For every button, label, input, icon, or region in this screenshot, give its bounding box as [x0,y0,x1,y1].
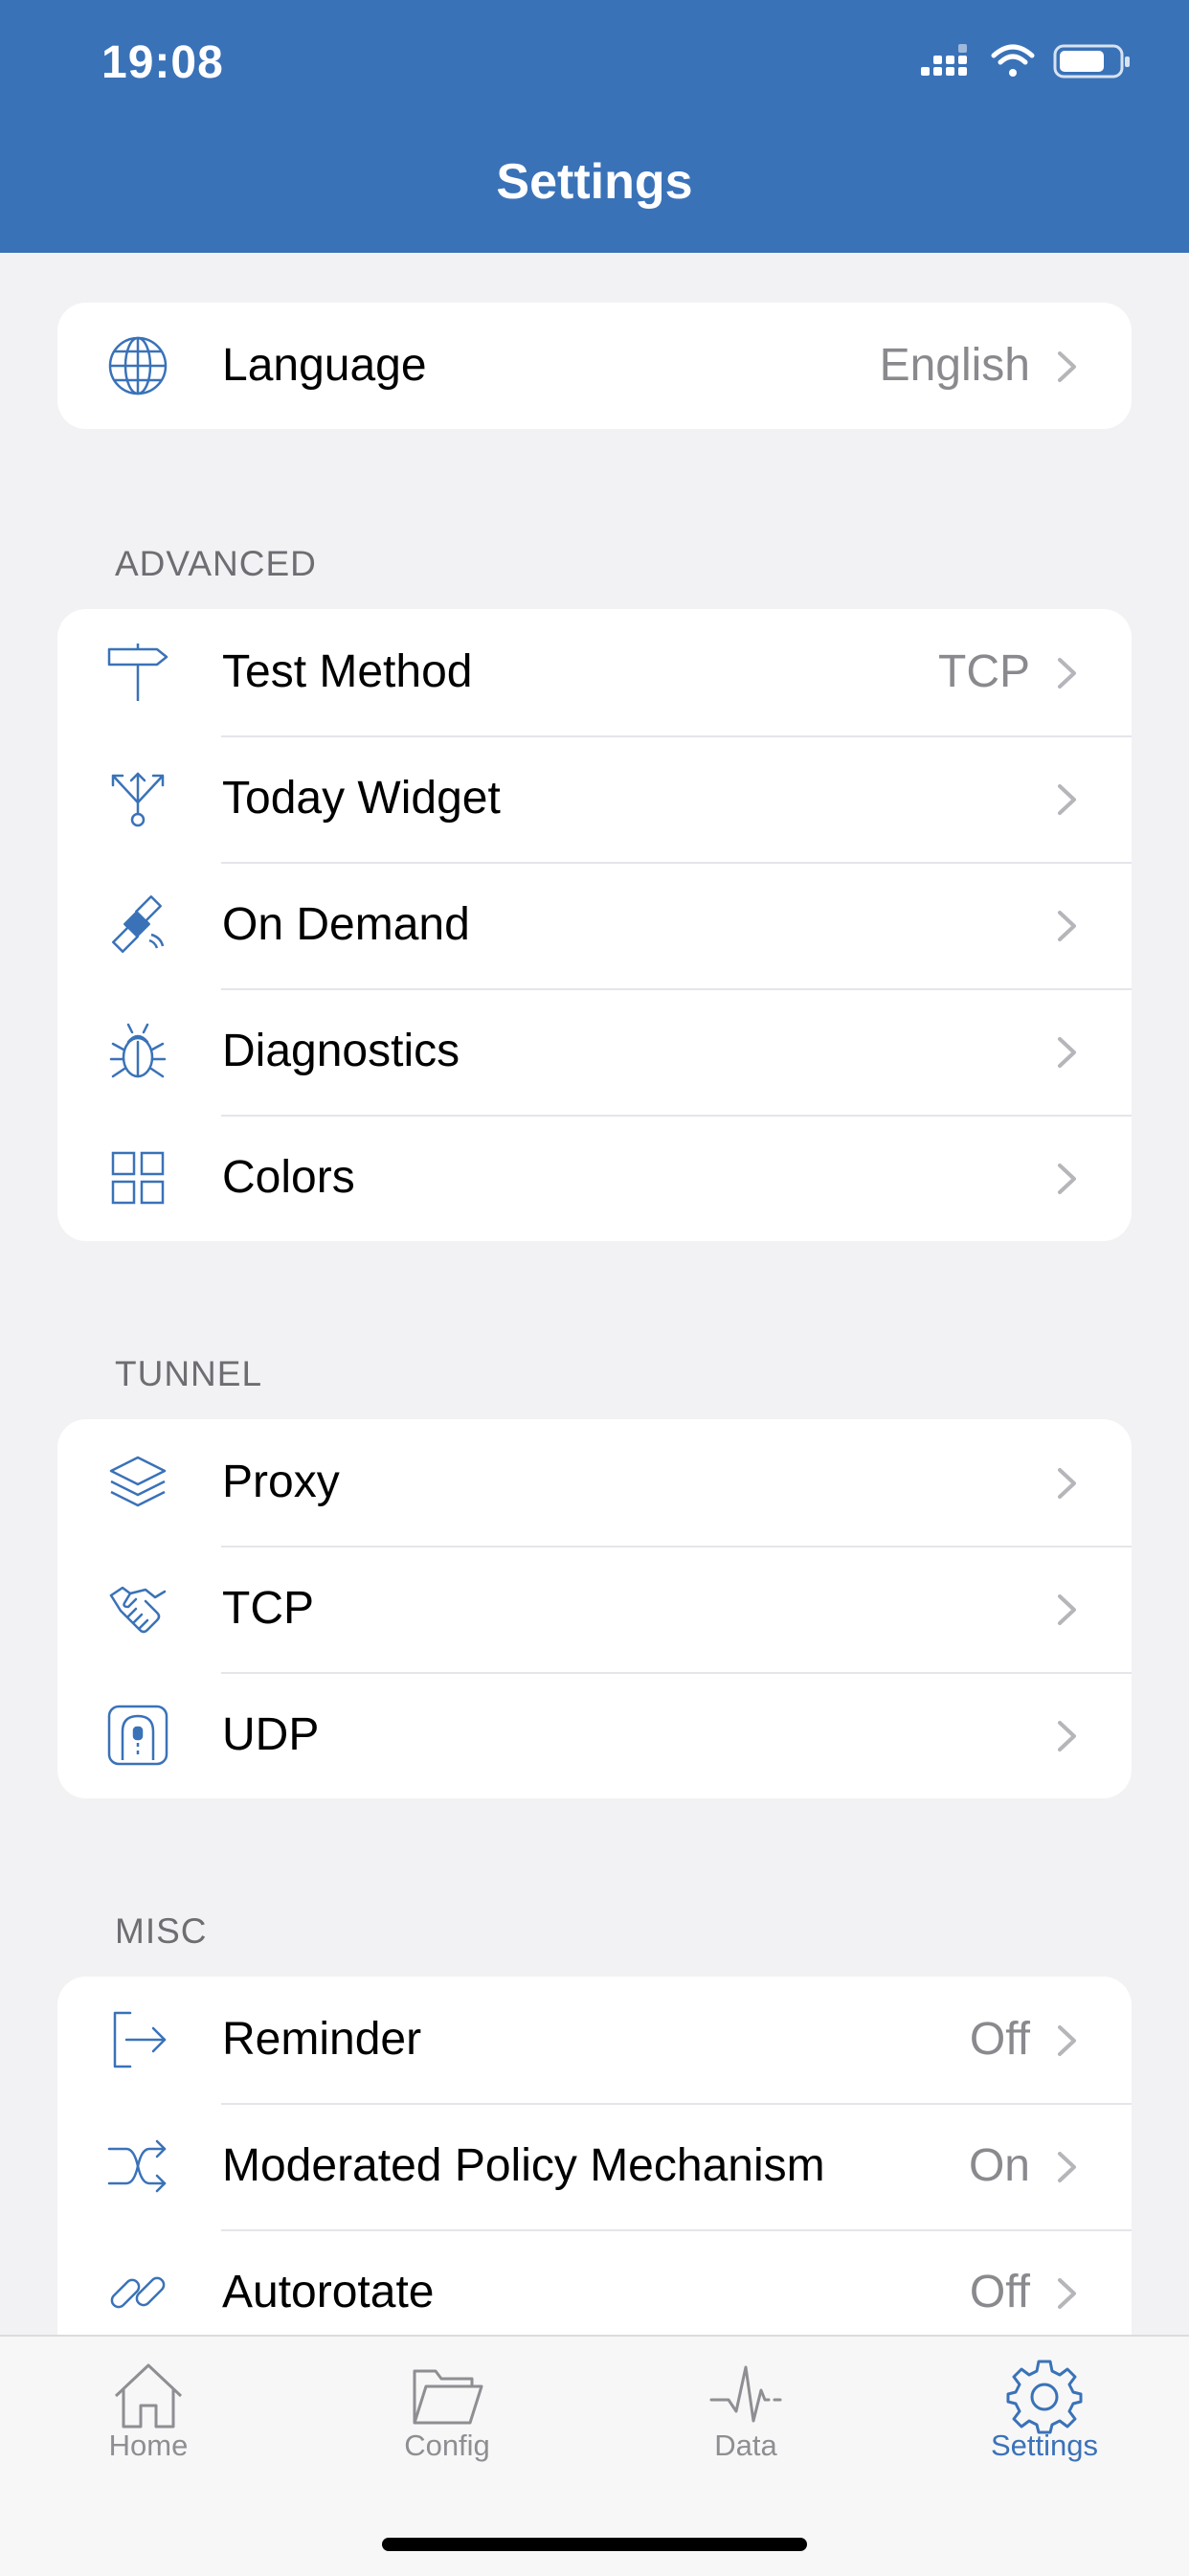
reminder-row[interactable]: Reminder Off [57,1977,1132,2103]
chevron-right-icon [1058,2278,1076,2309]
tunnel-icon [107,1705,168,1766]
chevron-right-icon [1058,2152,1076,2182]
page-title: Settings [496,154,693,210]
row-label: Language [222,340,427,391]
chevron-right-icon [1058,1594,1076,1625]
globe-icon [107,335,168,396]
home-indicator [382,2538,807,2551]
moderated-policy-row[interactable]: Moderated Policy Mechanism On [57,2103,1132,2229]
section-header-advanced: ADVANCED [115,544,317,583]
tab-home[interactable]: Home [29,2337,268,2471]
row-label: UDP [222,1709,320,1760]
status-icons [921,44,1130,79]
row-value: Off [969,2267,1030,2317]
tab-bar: Home Config Data Settings [0,2335,1189,2576]
chevron-right-icon [1058,658,1076,689]
language-row[interactable]: Language English [57,303,1132,429]
tab-config[interactable]: Config [327,2337,567,2471]
battery-icon [1053,44,1130,79]
tab-data[interactable]: Data [626,2337,865,2471]
section-header-misc: MISC [115,1911,208,1951]
row-label: Reminder [222,2014,422,2065]
row-value: English [879,340,1030,391]
tunnel-group: Proxy TCP UDP [57,1419,1132,1798]
colors-row[interactable]: Colors [57,1115,1132,1241]
row-label: Diagnostics [222,1026,460,1076]
satellite-icon [107,894,168,956]
on-demand-row[interactable]: On Demand [57,862,1132,988]
chevron-right-icon [1058,784,1076,815]
row-label: Proxy [222,1457,340,1507]
bug-icon [107,1021,168,1082]
row-label: Test Method [222,646,473,697]
grid-icon [107,1147,168,1209]
tab-settings[interactable]: Settings [925,2337,1164,2471]
tab-label: Home [108,2429,189,2462]
tab-label: Config [404,2429,490,2462]
shuffle-icon [107,2135,168,2197]
row-value: Off [969,2014,1030,2065]
row-label: Autorotate [222,2267,435,2317]
signal-icon [921,44,967,76]
wifi-icon [991,44,1035,77]
today-widget-row[interactable]: Today Widget [57,735,1132,862]
layers-icon [107,1452,168,1513]
navigation-header: 19:08 Settings [0,0,1189,253]
misc-group: Reminder Off Moderated Policy Mechanism … [57,1977,1132,2335]
home-icon [110,2358,187,2434]
chevron-right-icon [1058,1721,1076,1751]
language-group: Language English [57,303,1132,429]
exit-arrow-icon [107,2009,168,2070]
tcp-row[interactable]: TCP [57,1546,1132,1672]
gear-icon [1006,2358,1083,2434]
chevron-right-icon [1058,2025,1076,2056]
diagnostics-row[interactable]: Diagnostics [57,988,1132,1115]
row-label: Colors [222,1152,355,1203]
chevron-right-icon [1058,351,1076,382]
tab-label: Data [714,2429,777,2462]
udp-row[interactable]: UDP [57,1672,1132,1798]
link-icon [107,2262,168,2323]
chevron-right-icon [1058,1468,1076,1499]
section-header-tunnel: TUNNEL [115,1354,263,1393]
row-label: TCP [222,1583,314,1634]
test-method-row[interactable]: Test Method TCP [57,609,1132,735]
folder-icon [409,2358,485,2434]
row-label: Today Widget [222,773,501,824]
handshake-icon [107,1578,168,1639]
advanced-group: Test Method TCP Today Widget On Demand D… [57,609,1132,1241]
tab-label: Settings [990,2429,1098,2462]
autorotate-row[interactable]: Autorotate Off [57,2229,1132,2335]
signpost-icon [107,642,168,703]
pulse-icon [707,2358,784,2434]
chevron-right-icon [1058,1037,1076,1068]
chevron-right-icon [1058,911,1076,941]
row-label: Moderated Policy Mechanism [222,2140,825,2191]
row-value: On [968,2140,1030,2191]
status-time: 19:08 [101,37,224,88]
row-value: TCP [938,646,1030,697]
proxy-row[interactable]: Proxy [57,1419,1132,1546]
branch-arrows-icon [107,768,168,829]
row-label: On Demand [222,899,470,950]
chevron-right-icon [1058,1164,1076,1194]
